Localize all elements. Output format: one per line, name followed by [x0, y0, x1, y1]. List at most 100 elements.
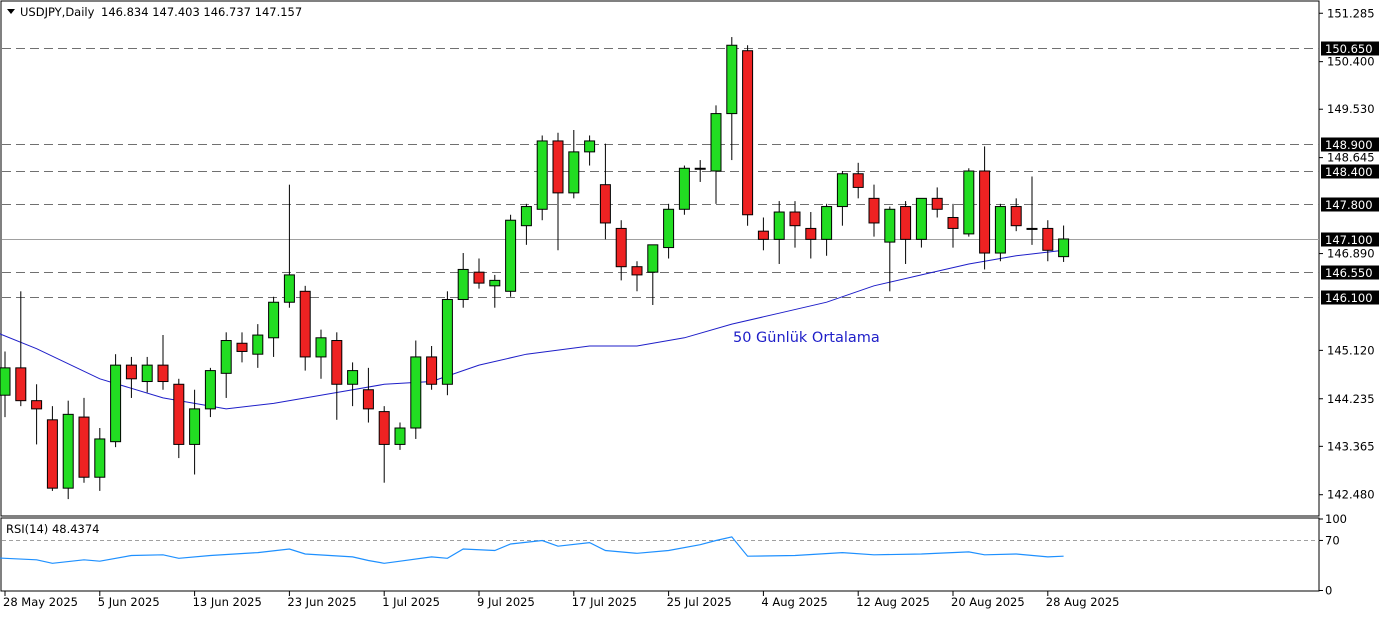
- candle-body-up: [536, 140, 548, 210]
- candle-body-up: [347, 370, 359, 385]
- candle-body-up: [94, 438, 106, 478]
- level-labels: 150.650 148.900 148.400 147.800 146.550 146.1…: [1321, 41, 1379, 305]
- time-tick-label: 5 Jun 2025: [98, 595, 160, 609]
- ohlc-header: 146.834 147.403 146.737 147.157: [101, 5, 302, 19]
- candle: [441, 291, 453, 396]
- candle-body-up: [141, 364, 153, 383]
- candle-body-down: [15, 367, 27, 402]
- candle-body-up: [220, 340, 232, 374]
- candle-body-up: [505, 219, 517, 292]
- candle-body-down: [947, 216, 959, 229]
- time-tick-label: 28 May 2025: [3, 595, 78, 609]
- price-axis: 151.285 150.400 149.530 148.645 146.890 145.1…: [1319, 6, 1375, 502]
- price-tick-label: 149.530: [1327, 102, 1375, 116]
- price-tick-label: 144.235: [1327, 392, 1375, 406]
- candle-body-up: [915, 197, 927, 240]
- candle-body-up: [568, 151, 580, 194]
- rsi-label: RSI(14) 48.4374: [6, 522, 100, 536]
- level-label: 148.400: [1325, 165, 1373, 179]
- candle-body-up: [710, 113, 722, 172]
- candle-body-up: [252, 334, 264, 355]
- candle-body-down: [331, 340, 343, 385]
- candle-body-down: [852, 173, 864, 188]
- candle-body-up: [647, 244, 659, 273]
- level-label: 148.900: [1325, 138, 1373, 152]
- candle: [742, 45, 754, 226]
- candle-body-down: [426, 356, 438, 385]
- time-tick-label: 25 Jul 2025: [667, 595, 732, 609]
- candle-body-down: [78, 416, 90, 478]
- candle-body-up: [410, 356, 422, 429]
- candle: [994, 203, 1006, 262]
- candle-body-up: [726, 44, 738, 115]
- price-tick-label: 150.400: [1327, 55, 1375, 69]
- rsi-tick-label: 0: [1325, 584, 1332, 598]
- time-tick-label: 12 Aug 2025: [856, 595, 930, 609]
- candle-body-down: [125, 364, 137, 380]
- level-label: 146.550: [1325, 266, 1373, 280]
- time-tick-label: 1 Jul 2025: [382, 595, 440, 609]
- candle-body-up: [821, 206, 833, 240]
- chart-svg: 151.285 150.400 149.530 148.645 146.890 145.1…: [0, 0, 1379, 609]
- level-label: 150.650: [1325, 42, 1373, 56]
- candle-body-up: [489, 279, 501, 287]
- candle-body-up: [1026, 227, 1038, 230]
- level-label: 147.800: [1325, 198, 1373, 212]
- time-tick-label: 23 Jun 2025: [287, 595, 356, 609]
- candle-body-down: [789, 211, 801, 227]
- candle-body-up: [678, 167, 690, 210]
- candle-body-down: [1042, 227, 1054, 251]
- candle-body-up: [836, 173, 848, 208]
- candle-body-up: [884, 208, 896, 243]
- price-tick-label: 143.365: [1327, 439, 1375, 453]
- candle: [110, 354, 122, 448]
- candle-body-down: [31, 400, 43, 410]
- candle-body-up: [963, 170, 975, 235]
- candle-body-down: [979, 170, 991, 254]
- candle-body-up: [663, 208, 675, 249]
- candle: [536, 135, 548, 221]
- candle-body-up: [994, 206, 1006, 254]
- candle-body-down: [742, 50, 754, 216]
- candle-body-up: [441, 299, 453, 385]
- current-price-label: 147.100: [1325, 233, 1373, 247]
- candle-body-down: [473, 271, 485, 284]
- candle-body-down: [868, 197, 880, 224]
- candle-body-down: [236, 342, 248, 352]
- candle-body-down: [362, 389, 374, 410]
- candle: [678, 165, 690, 215]
- candle-body-down: [299, 290, 311, 358]
- candle-body-up: [315, 337, 327, 358]
- candle-body-down: [157, 364, 169, 383]
- candle-body-down: [631, 266, 643, 276]
- candle-body-down: [900, 206, 912, 240]
- candle-body-up: [394, 427, 406, 445]
- candle-body-up: [694, 167, 706, 170]
- candle-body-down: [173, 383, 185, 445]
- symbol-header: USDJPY,Daily: [20, 5, 95, 19]
- price-tick-label: 148.645: [1327, 151, 1375, 165]
- rsi-tick-label: 100: [1325, 512, 1347, 526]
- rsi-panel-frame: [0, 517, 1320, 592]
- candle-body-up: [1058, 238, 1070, 258]
- ma-label: 50 Günlük Ortalama: [733, 330, 880, 346]
- candle-body-up: [110, 364, 122, 443]
- time-tick-label: 20 Aug 2025: [951, 595, 1025, 609]
- time-tick-label: 4 Aug 2025: [761, 595, 827, 609]
- time-tick-label: 17 Jul 2025: [572, 595, 637, 609]
- candle-body-down: [615, 227, 627, 268]
- candle-body-up: [283, 274, 295, 303]
- candle-body-down: [805, 227, 817, 240]
- candle: [505, 214, 517, 297]
- rsi-axis: 100 70 0: [1319, 512, 1347, 598]
- candle: [963, 168, 975, 237]
- candle-body-down: [46, 419, 58, 489]
- candle-body-down: [757, 230, 769, 240]
- candle-body-down: [599, 184, 611, 224]
- candle-body-up: [189, 408, 201, 445]
- candle-body-down: [931, 197, 943, 210]
- price-tick-label: 145.120: [1327, 343, 1375, 357]
- candle: [62, 400, 74, 500]
- candle-body-down: [378, 411, 390, 445]
- chart-area: 151.285 150.400 149.530 148.645 146.890 145.1…: [0, 0, 1384, 614]
